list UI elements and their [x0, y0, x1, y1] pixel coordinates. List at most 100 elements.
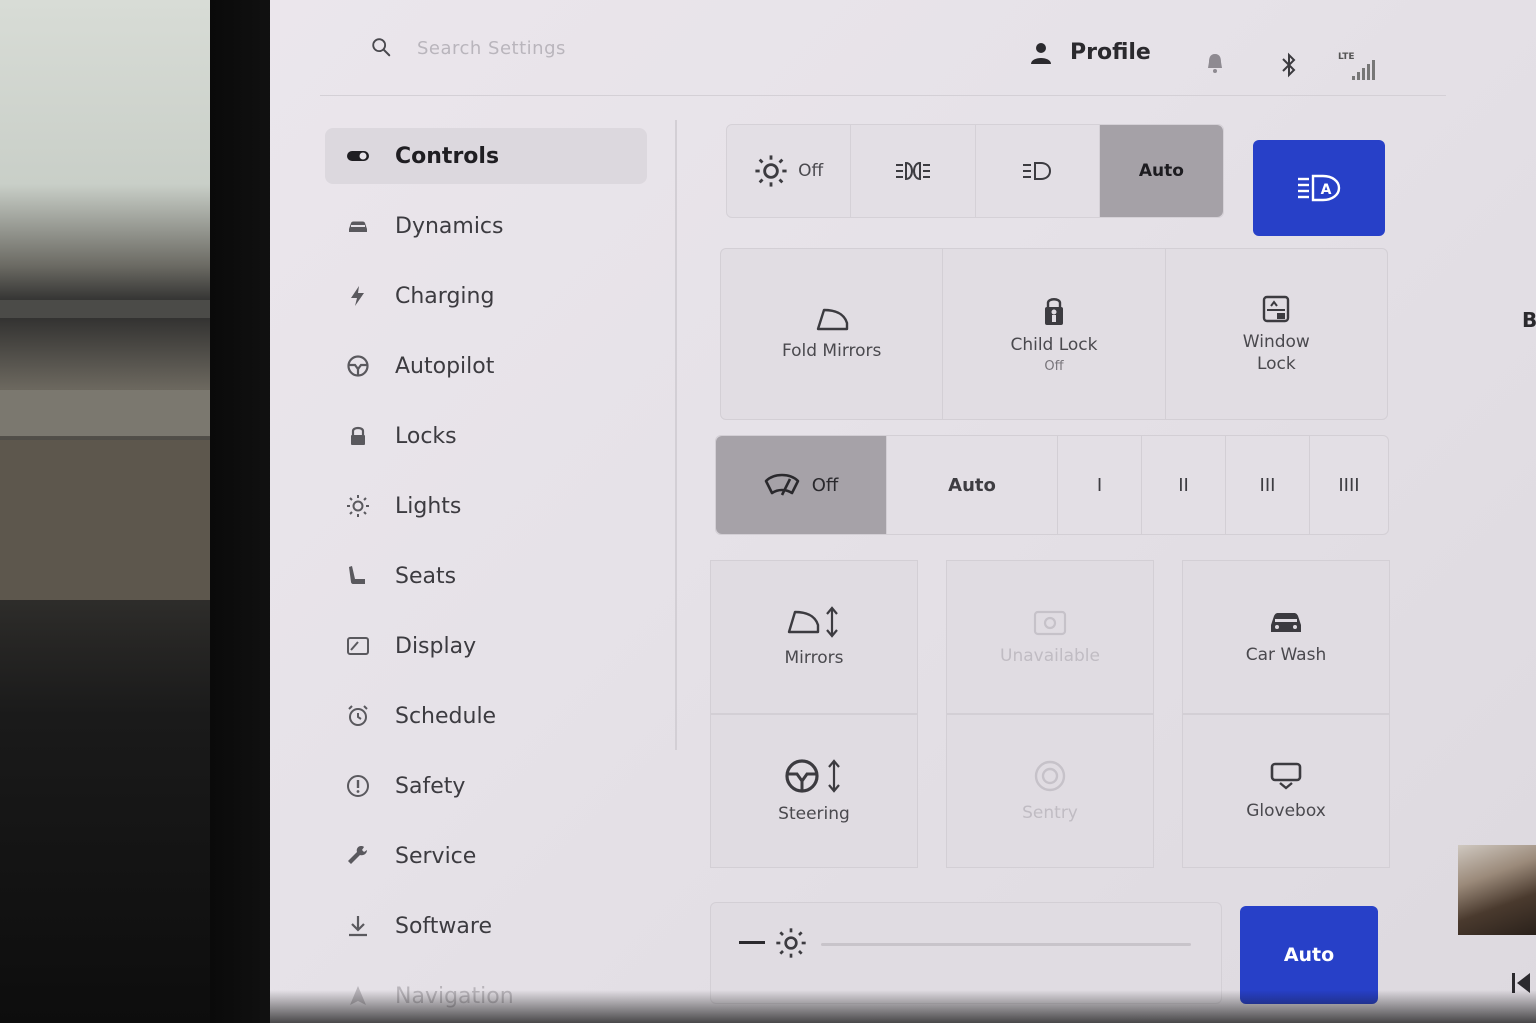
camera-icon — [1033, 610, 1067, 636]
parking-lights-icon — [895, 161, 930, 181]
settings-sidebar: Controls Dynamics Charging Autopilot Loc… — [325, 128, 685, 1023]
screen-bottom-edge — [270, 990, 1536, 1023]
child-lock-icon — [1044, 297, 1063, 325]
sidebar-item-label: Service — [395, 843, 477, 869]
download-icon — [343, 911, 373, 941]
wiper-speed-3-label: III — [1259, 474, 1276, 496]
bluetooth-icon[interactable] — [1280, 52, 1298, 78]
lights-auto-option[interactable]: Auto — [1099, 125, 1223, 217]
search-input[interactable] — [415, 30, 719, 66]
minus-icon[interactable] — [739, 941, 765, 944]
alarm-clock-icon — [343, 701, 373, 731]
mirrors-label: Mirrors — [784, 648, 844, 668]
sidebar-item-lights[interactable]: Lights — [325, 478, 685, 534]
headlight-icon — [1023, 162, 1052, 180]
sidebar-item-label: Controls — [395, 143, 500, 169]
window-lock-label: Window — [1242, 332, 1310, 352]
sentry-button[interactable]: Sentry — [946, 714, 1154, 868]
lightning-icon — [343, 281, 373, 311]
svg-text:A: A — [1321, 182, 1332, 198]
top-bar: Profile LTE — [320, 0, 1446, 96]
glovebox-icon — [1270, 762, 1302, 790]
wiper-auto-label: Auto — [948, 474, 996, 496]
window-lock-label-line2: Lock — [1256, 354, 1296, 374]
seat-icon — [343, 561, 373, 591]
media-album-art[interactable] — [1458, 845, 1536, 935]
wiper-speed-1-option[interactable]: I — [1058, 436, 1142, 534]
sidebar-item-display[interactable]: Display — [325, 618, 685, 674]
sidebar-item-locks[interactable]: Locks — [325, 408, 685, 464]
sun-icon — [776, 928, 806, 958]
sidebar-item-label: Schedule — [395, 703, 497, 729]
sidebar-item-charging[interactable]: Charging — [325, 268, 685, 324]
wiper-icon — [764, 473, 800, 496]
child-lock-label: Child Lock — [1010, 334, 1098, 355]
lights-auto-label: Auto — [1138, 161, 1184, 181]
steering-adjust-button[interactable]: Steering — [710, 714, 918, 868]
sidebar-item-software[interactable]: Software — [325, 898, 685, 954]
sidebar-item-autopilot[interactable]: Autopilot — [325, 338, 685, 394]
steering-wheel-icon — [343, 351, 373, 381]
parking-lights-option[interactable] — [851, 125, 976, 217]
wiper-speed-2-option[interactable]: II — [1142, 436, 1226, 534]
person-icon — [1031, 42, 1051, 64]
car-icon — [343, 211, 373, 241]
wiper-speed-4-option[interactable]: IIII — [1310, 436, 1388, 534]
window-lock-button[interactable]: Window Lock — [1166, 249, 1387, 419]
mirrors-adjust-button[interactable]: Mirrors — [710, 560, 918, 714]
signal-bars-icon — [1352, 60, 1375, 80]
auto-high-beam-button[interactable]: A — [1253, 140, 1385, 236]
wiper-selector: Off Auto I II III IIII — [715, 435, 1389, 535]
profile-button[interactable]: Profile — [1030, 40, 1151, 65]
sidebar-item-schedule[interactable]: Schedule — [325, 688, 685, 744]
child-lock-button[interactable]: Child Lock Off — [943, 249, 1166, 419]
wiper-auto-option[interactable]: Auto — [887, 436, 1058, 534]
sun-icon — [343, 491, 373, 521]
brightness-auto-label: Auto — [1283, 944, 1335, 966]
wiper-off-label: Off — [811, 474, 839, 496]
car-wash-button[interactable]: Car Wash — [1182, 560, 1390, 714]
brightness-slider[interactable] — [821, 943, 1191, 946]
bell-icon[interactable] — [1205, 52, 1225, 74]
sidebar-item-label: Dynamics — [395, 213, 504, 239]
controls-grid: Mirrors Unavailable Car Wash Steering Se… — [710, 560, 1390, 868]
search-icon[interactable] — [370, 36, 392, 58]
headlight-selector: Off Auto — [726, 124, 1224, 218]
unavailable-label: Unavailable — [1000, 646, 1100, 666]
car-wash-icon — [1271, 613, 1301, 632]
steering-label: Steering — [778, 804, 850, 824]
sidebar-item-service[interactable]: Service — [325, 828, 685, 884]
alert-icon — [343, 771, 373, 801]
background-stripe — [0, 390, 230, 436]
sidebar-item-label: Autopilot — [395, 353, 495, 379]
wiper-speed-2-label: II — [1178, 474, 1189, 496]
sidebar-item-label: Locks — [395, 423, 457, 449]
wiper-speed-3-option[interactable]: III — [1226, 436, 1310, 534]
sidebar-item-dynamics[interactable]: Dynamics — [325, 198, 685, 254]
mirror-icon — [816, 308, 848, 331]
low-beam-option[interactable] — [976, 125, 1100, 217]
profile-label: Profile — [1070, 40, 1151, 65]
sidebar-item-safety[interactable]: Safety — [325, 758, 685, 814]
lights-off-option[interactable]: Off — [727, 125, 852, 217]
truncated-panel-text: B — [1522, 308, 1536, 332]
glovebox-label: Glovebox — [1246, 801, 1326, 821]
sidebar-item-label: Display — [395, 633, 477, 659]
sentry-label: Sentry — [1022, 803, 1078, 823]
display-brightness-control — [710, 902, 1222, 1004]
background-stripe — [0, 440, 225, 600]
mirror-adjust-icon — [787, 606, 838, 638]
glovebox-button[interactable]: Glovebox — [1182, 714, 1390, 868]
fold-mirrors-button[interactable]: Fold Mirrors — [721, 249, 944, 419]
sentry-icon — [1034, 760, 1066, 792]
child-lock-status: Off — [1044, 358, 1064, 374]
sidebar-item-seats[interactable]: Seats — [325, 548, 685, 604]
sidebar-divider — [675, 120, 677, 750]
sidebar-item-label: Seats — [395, 563, 457, 589]
sidebar-item-label: Lights — [395, 493, 462, 519]
window-lock-icon — [1263, 295, 1290, 323]
fold-mirrors-label: Fold Mirrors — [781, 341, 882, 361]
sidebar-item-controls[interactable]: Controls — [325, 128, 647, 184]
wiper-off-option[interactable]: Off — [716, 436, 887, 534]
sun-icon — [755, 155, 787, 187]
